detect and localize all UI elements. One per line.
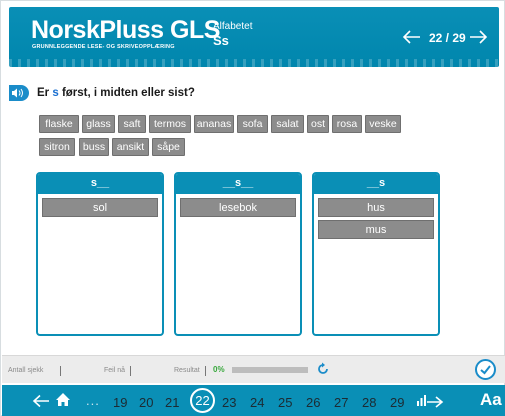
page-link[interactable]: 19 bbox=[113, 395, 127, 410]
word-chip[interactable]: ansikt bbox=[112, 138, 149, 156]
page-link[interactable]: 26 bbox=[306, 395, 320, 410]
question-suffix: først, i midten eller sist? bbox=[58, 87, 195, 99]
word-chip[interactable]: glass bbox=[82, 115, 115, 133]
page-link-current[interactable]: 22 bbox=[190, 388, 215, 413]
page-link[interactable]: 23 bbox=[222, 395, 236, 410]
page-title: Ss bbox=[213, 33, 229, 48]
placed-word[interactable]: mus bbox=[318, 220, 434, 239]
speaker-icon bbox=[12, 88, 23, 98]
checkmark-icon bbox=[480, 365, 491, 375]
question-text: Er s først, i midten eller sist? bbox=[37, 87, 195, 99]
placed-word[interactable]: hus bbox=[318, 198, 434, 217]
result-divider bbox=[205, 366, 206, 376]
word-chip[interactable]: såpe bbox=[152, 138, 185, 156]
placed-word[interactable]: sol bbox=[42, 198, 158, 217]
errors-label: Feil nå bbox=[104, 367, 126, 374]
column-header: __s__ bbox=[176, 174, 300, 194]
header: NorskPluss GLS GRUNNLEGGENDE LESE- OG SK… bbox=[9, 7, 499, 67]
word-chip[interactable]: rosa bbox=[332, 115, 362, 133]
attempts-label: Antall sjekk bbox=[8, 367, 44, 374]
bottom-nav: ... 19 20 21 22 23 24 25 26 27 28 29 Aa bbox=[2, 385, 505, 416]
section-name: Alfabetet bbox=[213, 21, 253, 32]
page-link[interactable]: 20 bbox=[139, 395, 153, 410]
word-chip[interactable]: buss bbox=[79, 138, 109, 156]
next-unit-icon[interactable] bbox=[416, 392, 444, 409]
page-counter: 22 / 29 bbox=[429, 31, 466, 45]
status-bar: Antall sjekk Feil nå Resultat 0% bbox=[2, 355, 505, 383]
page-link[interactable]: 28 bbox=[362, 395, 376, 410]
pager-ellipsis: ... bbox=[86, 393, 100, 408]
word-chip[interactable]: salat bbox=[271, 115, 304, 133]
result-label: Resultat bbox=[174, 367, 200, 374]
arrow-left-icon[interactable] bbox=[32, 394, 50, 408]
attempts-value bbox=[60, 366, 61, 376]
word-chip[interactable]: veske bbox=[365, 115, 401, 133]
page-link[interactable]: 24 bbox=[250, 395, 264, 410]
logo-subtitle: GRUNNLEGGENDE LESE- OG SKRIVEOPPLÆRING bbox=[32, 44, 175, 50]
word-chip[interactable]: sitron bbox=[39, 138, 75, 156]
word-chip[interactable]: ananas bbox=[194, 115, 234, 133]
arrow-left-icon[interactable] bbox=[402, 29, 422, 45]
column-header: s__ bbox=[38, 174, 162, 194]
page-link[interactable]: 29 bbox=[390, 395, 404, 410]
refresh-icon[interactable] bbox=[316, 362, 330, 376]
word-chip[interactable]: saft bbox=[118, 115, 146, 133]
arrow-right-icon[interactable] bbox=[468, 29, 488, 45]
word-chip[interactable]: termos bbox=[149, 115, 191, 133]
app-frame: NorskPluss GLS GRUNNLEGGENDE LESE- OG SK… bbox=[0, 0, 505, 416]
audio-button[interactable] bbox=[9, 85, 29, 101]
page-link[interactable]: 21 bbox=[165, 395, 179, 410]
page-link[interactable]: 27 bbox=[334, 395, 348, 410]
page-link[interactable]: 25 bbox=[278, 395, 292, 410]
home-icon[interactable] bbox=[55, 392, 71, 407]
result-percent: 0% bbox=[213, 365, 225, 374]
word-chip[interactable]: ost bbox=[307, 115, 329, 133]
logo: NorskPluss GLS bbox=[31, 16, 220, 44]
font-size-button[interactable]: Aa bbox=[480, 390, 502, 410]
placed-word[interactable]: lesebok bbox=[180, 198, 296, 217]
word-chip[interactable]: flaske bbox=[39, 115, 79, 133]
drop-column-first[interactable]: s__ sol bbox=[36, 172, 164, 336]
question-prefix: Er bbox=[37, 87, 53, 99]
errors-value bbox=[130, 366, 131, 376]
result-progress-bar bbox=[232, 367, 308, 373]
word-chip[interactable]: sofa bbox=[237, 115, 268, 133]
drop-column-middle[interactable]: __s__ lesebok bbox=[174, 172, 302, 336]
column-header: __s bbox=[314, 174, 438, 194]
header-texture bbox=[9, 59, 499, 67]
drop-column-last[interactable]: __s hus mus bbox=[312, 172, 440, 336]
check-answer-button[interactable] bbox=[475, 359, 496, 380]
